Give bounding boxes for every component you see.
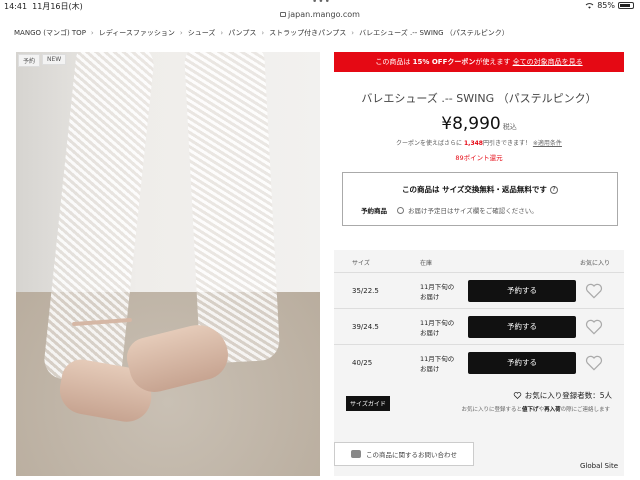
heart-icon[interactable] [584,317,604,337]
new-tag: NEW [42,54,67,65]
breadcrumb-item-shoes[interactable]: シューズ [188,28,216,38]
preorder-label: 予約商品 [361,207,387,215]
coupon-amount: 1,348 [463,140,483,147]
promo-highlight: 15% OFFクーポン [412,58,476,66]
breadcrumb-item-top[interactable]: MANGO (マンゴ) TOP [14,28,86,38]
size-row: 40/25 11月下旬の お届け 予約する [334,344,624,380]
reserve-button[interactable]: 予約する [468,352,576,374]
help-icon[interactable]: ? [549,186,558,194]
stock-status: 11月下旬の お届け [420,283,455,301]
breadcrumb-item-pumps[interactable]: パンプス [228,28,256,38]
delivery-note: お届け予定日はサイズ欄をご確認ください。 [408,207,538,215]
battery-icon [618,2,634,9]
heart-icon[interactable] [584,353,604,373]
heart-icon[interactable] [584,281,604,301]
favorite-count: お気に入り登録者数：5人 [513,390,612,401]
breadcrumb-separator: › [179,29,183,37]
product-panel: この商品は 15% OFFクーポンが使えます 全ての対象商品を見る バレエシュー… [334,52,624,476]
stock-header: 在庫 [420,260,433,267]
product-title: バレエシューズ .-- SWING （パステルピンク） [361,92,597,105]
size-row: 35/22.5 11月下旬の お届け 予約する [334,272,624,308]
status-right: 85% [585,1,634,10]
breadcrumb-separator: › [220,29,224,37]
wifi-icon [585,3,594,9]
stock-status: 11月下旬の お届け [420,355,455,373]
size-value: 35/22.5 [352,287,379,295]
breadcrumb-item-strap-pumps[interactable]: ストラップ付きパンプス [269,28,346,38]
inquiry-label: この商品に関するお問い合わせ [366,451,457,459]
chat-bubble-icon [351,450,361,458]
reserve-button[interactable]: 予約する [468,280,576,302]
heart-outline-icon [513,392,521,400]
size-value: 39/24.5 [352,323,379,331]
breadcrumb-item-current: バレエシューズ .-- SWING （パステルピンク） [359,29,509,37]
points-text: 89ポイント還元 [455,154,503,162]
multitasking-dots[interactable]: ••• [312,0,331,7]
delivery-note-row: 予約商品 お届け予定日はサイズ欄をご確認ください。 [361,205,538,215]
fav-header: お気に入り [580,260,611,267]
url-text: japan.mango.com [288,10,360,19]
preorder-tag: 予約 [18,54,41,67]
promo-link[interactable]: 全ての対象商品を見る [513,58,583,66]
breadcrumb-separator: › [261,29,265,37]
url-bar[interactable]: japan.mango.com [0,10,640,22]
promo-prefix: この商品は [375,58,411,66]
global-site-link[interactable]: Global Site [580,462,618,470]
inquiry-button[interactable]: この商品に関するお問い合わせ [334,442,474,466]
product-image[interactable]: 予約 NEW [16,52,320,476]
free-exchange-box: この商品は サイズ交換無料・返品無料です? 予約商品 お届け予定日はサイズ欄をご… [342,172,618,226]
coupon-discount-text: クーポンを使えばさらに 1,348円引きできます！ ※適用条件 [396,140,562,147]
coupon-conditions-link[interactable]: ※適用条件 [533,140,562,147]
reserve-button[interactable]: 予約する [468,316,576,338]
breadcrumb: MANGO (マンゴ) TOP › レディースファッション › シューズ › パンプス… [14,28,509,38]
size-row: 39/24.5 11月下旬の お届け 予約する [334,308,624,344]
promo-suffix: が使えます [475,58,511,66]
breadcrumb-separator: › [351,29,355,37]
size-value: 40/25 [352,359,373,367]
free-exchange-title: この商品は サイズ交換無料・返品無料です? [343,184,617,195]
breadcrumb-item-ladies[interactable]: レディースファッション [99,28,175,38]
lock-icon [280,12,287,17]
size-header: サイズ [352,260,370,267]
stock-status: 11月下旬の お届け [420,319,455,337]
favorite-note: お気に入りに登録すると値下げや再入荷の際にご連絡します [461,407,610,413]
breadcrumb-separator: › [90,29,94,37]
coupon-banner[interactable]: この商品は 15% OFFクーポンが使えます 全ての対象商品を見る [334,52,624,72]
product-price: ¥8,990 税込 [441,114,517,134]
photo-leg-right [183,52,281,364]
clock-icon [397,206,404,214]
battery-percent: 85% [597,1,615,10]
